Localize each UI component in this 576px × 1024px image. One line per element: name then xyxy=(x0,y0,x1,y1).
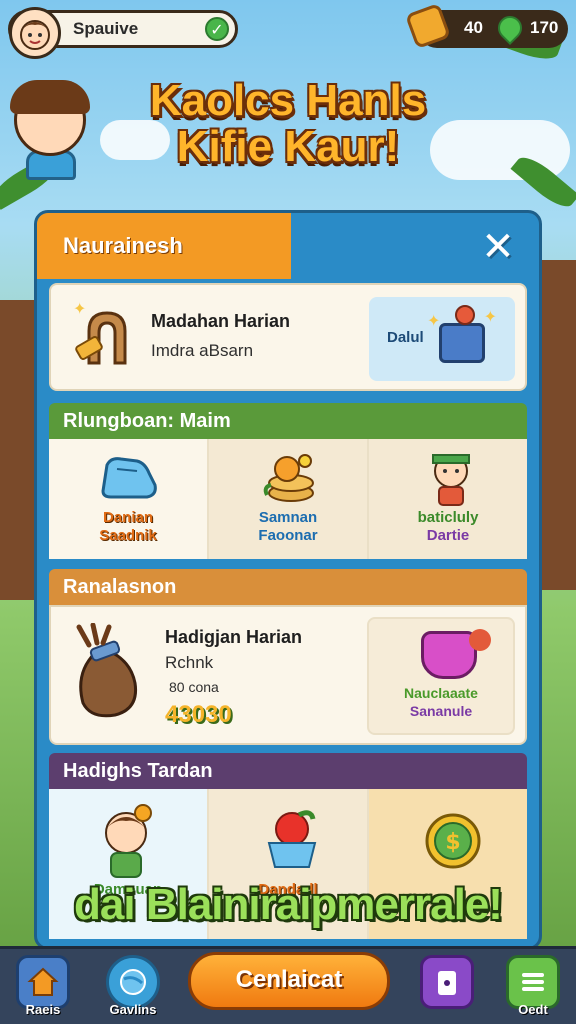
nav-label: Oedt xyxy=(518,1002,548,1017)
panel-title: Naurainesh xyxy=(63,233,183,258)
food-stack-icon xyxy=(263,454,314,502)
gift-note: 80 cona xyxy=(169,679,219,695)
leaf-gem-icon xyxy=(493,11,527,45)
tile-label: Saadnik xyxy=(99,527,157,544)
gift-card[interactable]: Hadigjan Harian Rchnk 80 cona 43030 Nauc… xyxy=(49,605,527,745)
promo-banner: dai Blainiraipmerrale! xyxy=(74,880,503,929)
ticket-icon xyxy=(404,2,452,50)
avatar-face-icon xyxy=(20,20,50,50)
nav-explore[interactable]: Gavlins xyxy=(100,955,166,1021)
nav-home[interactable]: Raeis xyxy=(10,955,76,1021)
gift-preview[interactable]: Nauclaaate Sananule xyxy=(367,617,515,735)
avatar[interactable] xyxy=(9,7,61,59)
menu-icon xyxy=(506,955,560,1009)
reward-tile[interactable]: baticluly Dartie xyxy=(369,439,527,559)
sack-icon xyxy=(76,623,138,718)
home-icon xyxy=(16,955,70,1009)
nav-label: Raeis xyxy=(25,1002,61,1017)
check-icon: ✓ xyxy=(205,17,229,41)
nav-menu[interactable]: Oedt xyxy=(500,955,566,1021)
tile-label: Samnan xyxy=(258,509,318,526)
character-icon xyxy=(432,454,470,506)
section-header: Ranalasnon xyxy=(49,569,527,605)
continue-button[interactable]: Cenlaicat xyxy=(188,952,390,1010)
tile-label: Faoonar xyxy=(258,527,318,544)
background-house-right xyxy=(536,260,576,590)
section-header: Rlungboan: Maim xyxy=(49,403,527,439)
tomato-icon xyxy=(469,629,491,651)
currency-b-value: 170 xyxy=(530,18,559,37)
tile-label: Danian xyxy=(102,509,153,526)
globe-icon xyxy=(106,955,160,1009)
currency-a-value: 40 xyxy=(464,18,483,37)
tile-label: baticluly xyxy=(417,509,479,526)
chest-icon xyxy=(439,323,485,363)
gift-preview-label: Sananule xyxy=(409,703,473,719)
shoe-icon xyxy=(101,457,157,499)
reward-tile[interactable]: Samnan Faoonar xyxy=(209,439,369,559)
mascot-hair xyxy=(10,80,90,114)
gift-title: Hadigjan Harian xyxy=(165,627,303,647)
gift-price: 43030 xyxy=(165,701,232,728)
sparkle-icon: ✦ xyxy=(427,311,441,330)
section-label: Rlungboan: Maim xyxy=(63,410,231,432)
tile-label: Dartie xyxy=(426,527,470,544)
sparkle-icon: ✦ xyxy=(483,307,497,326)
section-label: Ranalasnon xyxy=(63,576,177,598)
daily-subtitle: Imdra aBsarn xyxy=(151,341,254,360)
preview-label: Dalul xyxy=(387,329,424,346)
panel-tab[interactable]: Naurainesh xyxy=(37,213,291,279)
girl-character-icon xyxy=(105,804,152,878)
svg-text:$: $ xyxy=(445,830,460,855)
lock-icon xyxy=(420,955,474,1009)
sparkle-icon: ✦ xyxy=(73,299,87,318)
rewards-panel: Naurainesh ✕ ✦ Madahan Harian Imdra aBsa… xyxy=(34,210,542,950)
mascot-character xyxy=(8,80,100,180)
gift-subtitle: Rchnk xyxy=(165,653,214,672)
nav-label: Gavlins xyxy=(109,1002,157,1017)
player-name: Spauive xyxy=(73,19,139,38)
game-title: Kaolcs Hanls Kifie Kaur! xyxy=(149,76,427,171)
section-header: Hadighs Tardan xyxy=(49,753,527,789)
reward-grid: Danian Saadnik Samnan Faoonar baticluly … xyxy=(49,439,527,559)
reward-tile[interactable]: Danian Saadnik xyxy=(49,439,209,559)
toy-icon xyxy=(455,305,475,325)
section-label: Hadighs Tardan xyxy=(63,760,213,782)
top-bar: Spauive ✓ 40 170 xyxy=(8,2,568,59)
close-button[interactable]: ✕ xyxy=(477,227,519,269)
gift-preview-label: Nauclaaate xyxy=(404,685,478,701)
coin-icon: $ xyxy=(425,813,481,869)
daily-reward-card[interactable]: ✦ Madahan Harian Imdra aBsarn Dalul ✦ ✦ xyxy=(49,283,527,391)
nav-locked[interactable] xyxy=(414,955,480,1021)
currency-display[interactable]: 40 170 xyxy=(404,2,568,50)
daily-title: Madahan Harian xyxy=(151,311,291,331)
daily-preview[interactable]: Dalul ✦ ✦ xyxy=(369,297,515,381)
player-profile[interactable]: Spauive ✓ xyxy=(8,7,238,59)
fruit-basket-icon xyxy=(267,810,317,868)
